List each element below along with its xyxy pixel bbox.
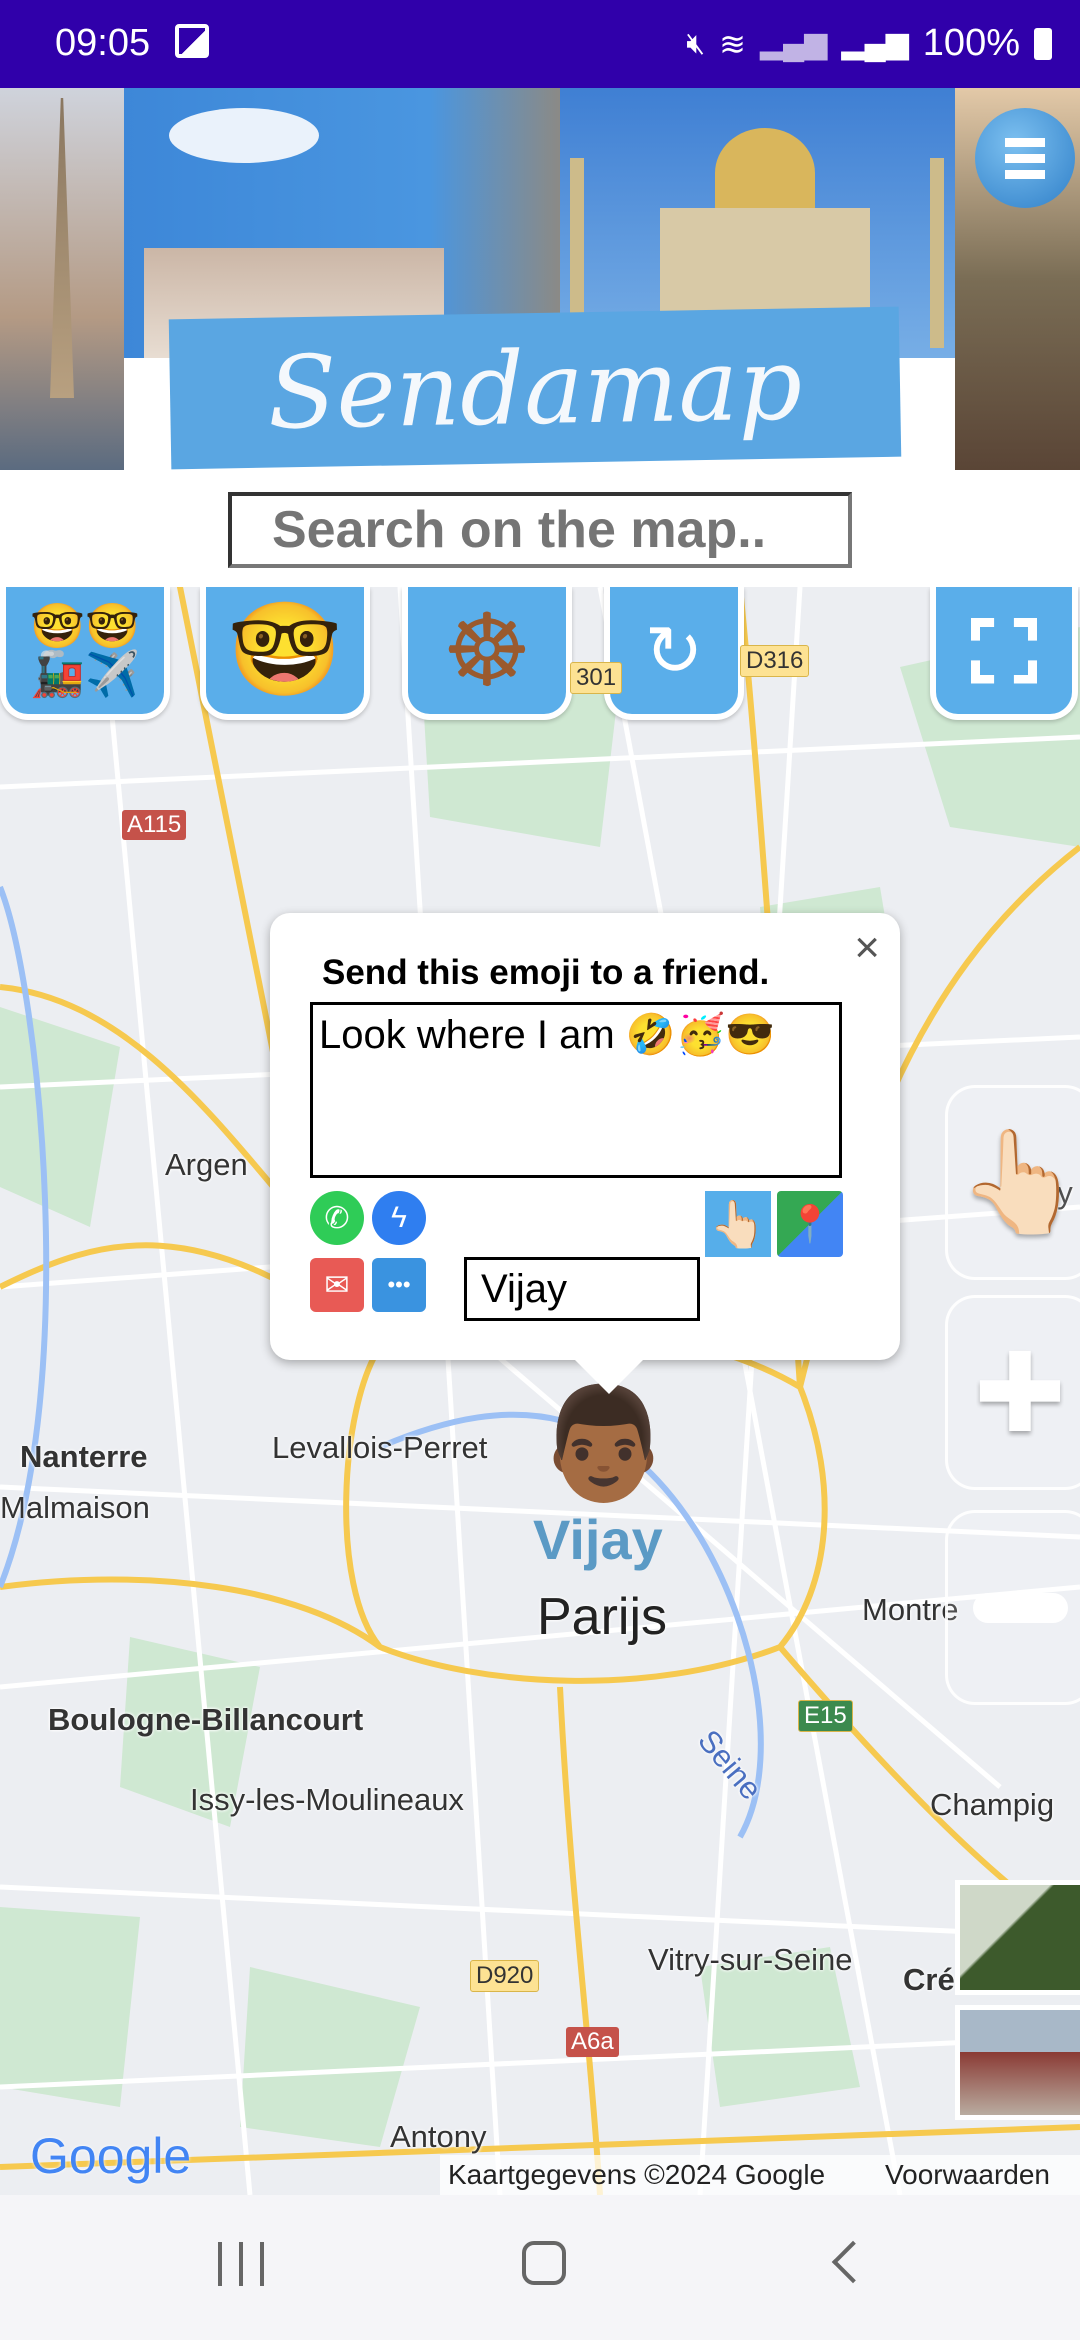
refresh-icon: ↻ — [644, 611, 704, 690]
map-label: Levallois-Perret — [272, 1430, 488, 1465]
signal-icon: ▂▄▆ — [759, 27, 828, 60]
street-view-thumbnail[interactable] — [955, 2005, 1080, 2120]
map-label: Champig — [930, 1787, 1055, 1822]
nerd-emoji-icon: 🤓 — [227, 599, 343, 701]
plus-icon: ✚ — [973, 1331, 1067, 1455]
hand-pointer-icon: 👆🏻 — [957, 1126, 1080, 1238]
emoji-transport-icon: 🤓🤓 🚂✈️ — [30, 601, 140, 699]
wifi-icon: ≋ — [719, 25, 746, 62]
status-bar: 09:05 🔇︎ ≋ ▂▄▆ ▂▄▆ 100% — [0, 0, 1080, 88]
minus-icon — [972, 1592, 1068, 1623]
popup-title: Send this emoji to a friend. — [322, 953, 770, 992]
close-icon[interactable]: × — [854, 923, 880, 973]
banner: Sendamap — [0, 88, 1080, 470]
sms-icon[interactable]: ••• — [372, 1258, 426, 1312]
map-label: Montre — [862, 1592, 959, 1627]
fullscreen-button[interactable] — [930, 587, 1078, 720]
pointing-hand-icon[interactable]: 👆🏻 — [705, 1191, 771, 1257]
map-label: Boulogne-Billancourt — [48, 1702, 364, 1737]
ship-wheel-icon: ☸ — [442, 595, 532, 707]
mute-icon: 🔇︎ — [686, 26, 706, 60]
nerd-emoji-button[interactable]: 🤓 — [200, 587, 370, 720]
map-label: Cré — [903, 1962, 955, 1997]
road-shield: A6a — [566, 2027, 619, 2057]
whatsapp-icon[interactable]: ✆ — [310, 1191, 364, 1245]
user-marker-name: Vijay — [533, 1508, 663, 1571]
terms-link[interactable]: Voorwaarden — [885, 2159, 1050, 2191]
message-textarea[interactable]: Look where I am 🤣🥳😎 — [310, 1002, 842, 1178]
google-logo: Google — [30, 2128, 192, 2184]
emoji-transport-button[interactable]: 🤓🤓 🚂✈️ — [0, 587, 170, 720]
satellite-thumbnail[interactable] — [955, 1880, 1080, 1995]
hamburger-menu-icon[interactable] — [975, 108, 1075, 208]
zoom-out-button[interactable] — [945, 1510, 1080, 1705]
messenger-icon[interactable]: ϟ — [372, 1191, 426, 1245]
map[interactable]: 🤓🤓 🚂✈️ 🤓 ☸ ↻ A115 D316 301 E15 D920 A6a A… — [0, 587, 1080, 2195]
map-label: Malmaison — [0, 1490, 150, 1525]
back-icon[interactable] — [831, 2240, 875, 2284]
battery-text: 100% — [922, 22, 1020, 64]
search-input[interactable] — [228, 492, 852, 568]
user-marker-avatar[interactable]: 👨🏾 — [535, 1384, 672, 1504]
name-input[interactable] — [464, 1257, 700, 1321]
map-attribution: Kaartgegevens ©2024 Google — [448, 2159, 826, 2190]
map-label: Nanterre — [20, 1439, 148, 1474]
signal-roaming-icon: ▂▄▆ — [841, 27, 909, 60]
map-label: Antony — [390, 2119, 487, 2154]
road-shield: A115 — [122, 810, 187, 840]
refresh-button[interactable]: ↻ — [604, 587, 744, 720]
sendamap-logo: Sendamap — [168, 306, 902, 470]
fullscreen-icon — [971, 617, 1037, 684]
map-label: Vitry-sur-Seine — [648, 1942, 853, 1977]
road-shield: 301 — [570, 662, 623, 694]
map-label: Issy-les-Moulineaux — [190, 1782, 464, 1817]
road-shield: E15 — [798, 1700, 853, 1732]
home-icon[interactable] — [522, 2241, 566, 2285]
ship-wheel-button[interactable]: ☸ — [402, 587, 572, 720]
city-label: Parijs — [537, 1588, 668, 1646]
google-maps-icon[interactable]: 📍 — [777, 1191, 843, 1257]
status-time: 09:05 — [55, 22, 151, 64]
zoom-in-button[interactable]: ✚ — [945, 1295, 1080, 1490]
battery-icon — [1034, 27, 1052, 60]
map-label: Argen — [165, 1147, 248, 1182]
logo-text: Sendamap — [266, 324, 804, 452]
hand-pointer-button[interactable]: 👆🏻 — [945, 1085, 1080, 1280]
eiffel-photo — [0, 88, 124, 470]
navigation-bar — [0, 2195, 1080, 2340]
road-shield: D920 — [470, 1960, 540, 1992]
share-popup: × Send this emoji to a friend. Look wher… — [270, 913, 900, 1394]
recent-apps-icon[interactable] — [218, 2242, 264, 2286]
email-icon[interactable]: ✉ — [310, 1258, 364, 1312]
road-shield: D316 — [740, 645, 810, 677]
image-icon — [175, 24, 209, 58]
